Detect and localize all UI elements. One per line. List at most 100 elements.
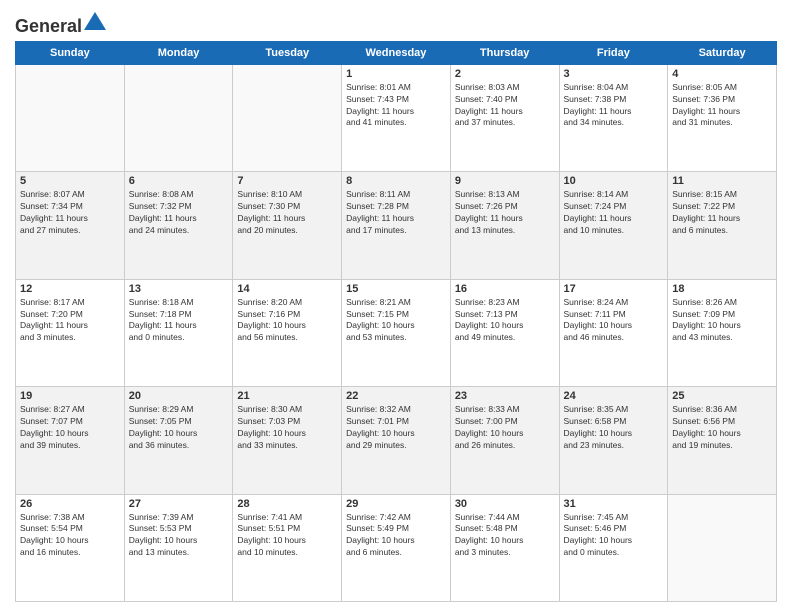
day-cell: 16 Sunrise: 8:23 AMSunset: 7:13 PMDayligh… <box>450 279 559 386</box>
week-row-4: 19 Sunrise: 8:27 AMSunset: 7:07 PMDayligh… <box>16 387 777 494</box>
day-info: Sunrise: 8:21 AMSunset: 7:15 PMDaylight:… <box>346 297 446 345</box>
weekday-header-saturday: Saturday <box>668 41 777 64</box>
day-cell: 17 Sunrise: 8:24 AMSunset: 7:11 PMDayligh… <box>559 279 668 386</box>
day-cell: 24 Sunrise: 8:35 AMSunset: 6:58 PMDayligh… <box>559 387 668 494</box>
day-info: Sunrise: 8:32 AMSunset: 7:01 PMDaylight:… <box>346 404 446 452</box>
header: General <box>15 10 777 33</box>
day-cell <box>233 64 342 171</box>
day-number: 29 <box>346 498 446 510</box>
day-cell: 21 Sunrise: 8:30 AMSunset: 7:03 PMDayligh… <box>233 387 342 494</box>
day-number: 6 <box>129 175 229 187</box>
day-cell: 31 Sunrise: 7:45 AMSunset: 5:46 PMDayligh… <box>559 494 668 601</box>
day-number: 15 <box>346 283 446 295</box>
day-cell: 20 Sunrise: 8:29 AMSunset: 7:05 PMDayligh… <box>124 387 233 494</box>
day-number: 5 <box>20 175 120 187</box>
day-info: Sunrise: 8:26 AMSunset: 7:09 PMDaylight:… <box>672 297 772 345</box>
day-number: 18 <box>672 283 772 295</box>
day-cell: 12 Sunrise: 8:17 AMSunset: 7:20 PMDayligh… <box>16 279 125 386</box>
day-number: 3 <box>564 68 664 80</box>
day-number: 1 <box>346 68 446 80</box>
day-info: Sunrise: 8:20 AMSunset: 7:16 PMDaylight:… <box>237 297 337 345</box>
day-cell: 6 Sunrise: 8:08 AMSunset: 7:32 PMDaylight… <box>124 172 233 279</box>
day-info: Sunrise: 8:35 AMSunset: 6:58 PMDaylight:… <box>564 404 664 452</box>
day-number: 7 <box>237 175 337 187</box>
day-number: 20 <box>129 390 229 402</box>
day-info: Sunrise: 8:24 AMSunset: 7:11 PMDaylight:… <box>564 297 664 345</box>
day-number: 17 <box>564 283 664 295</box>
day-cell: 25Sunrise: 8:36 AMSunset: 6:56 PMDayligh… <box>668 387 777 494</box>
day-number: 11 <box>672 175 772 187</box>
day-info: Sunrise: 8:29 AMSunset: 7:05 PMDaylight:… <box>129 404 229 452</box>
day-info: Sunrise: 8:27 AMSunset: 7:07 PMDaylight:… <box>20 404 120 452</box>
day-number: 28 <box>237 498 337 510</box>
day-info: Sunrise: 7:45 AMSunset: 5:46 PMDaylight:… <box>564 512 664 560</box>
week-row-2: 5 Sunrise: 8:07 AMSunset: 7:34 PMDaylight… <box>16 172 777 279</box>
day-number: 22 <box>346 390 446 402</box>
week-row-5: 26 Sunrise: 7:38 AMSunset: 5:54 PMDayligh… <box>16 494 777 601</box>
day-cell: 22 Sunrise: 8:32 AMSunset: 7:01 PMDayligh… <box>342 387 451 494</box>
day-info: Sunrise: 8:14 AMSunset: 7:24 PMDaylight:… <box>564 189 664 237</box>
logo: General <box>15 10 106 33</box>
day-info: Sunrise: 8:18 AMSunset: 7:18 PMDaylight:… <box>129 297 229 345</box>
week-row-3: 12 Sunrise: 8:17 AMSunset: 7:20 PMDayligh… <box>16 279 777 386</box>
day-number: 26 <box>20 498 120 510</box>
day-cell: 18 Sunrise: 8:26 AMSunset: 7:09 PMDayligh… <box>668 279 777 386</box>
day-cell: 14Sunrise: 8:20 AMSunset: 7:16 PMDayligh… <box>233 279 342 386</box>
day-info: Sunrise: 8:08 AMSunset: 7:32 PMDaylight:… <box>129 189 229 237</box>
day-number: 19 <box>20 390 120 402</box>
day-cell: 26 Sunrise: 7:38 AMSunset: 5:54 PMDayligh… <box>16 494 125 601</box>
day-info: Sunrise: 8:10 AMSunset: 7:30 PMDaylight:… <box>237 189 337 237</box>
logo-text: General <box>15 10 106 37</box>
day-cell: 11 Sunrise: 8:15 AMSunset: 7:22 PMDayligh… <box>668 172 777 279</box>
day-info: Sunrise: 8:01 AMSunset: 7:43 PMDaylight:… <box>346 82 446 130</box>
day-number: 13 <box>129 283 229 295</box>
day-cell: 4Sunrise: 8:05 AMSunset: 7:36 PMDaylight… <box>668 64 777 171</box>
weekday-header-monday: Monday <box>124 41 233 64</box>
weekday-header-friday: Friday <box>559 41 668 64</box>
logo-triangle-icon <box>84 10 106 32</box>
calendar-table: SundayMondayTuesdayWednesdayThursdayFrid… <box>15 41 777 602</box>
week-row-1: 1 Sunrise: 8:01 AMSunset: 7:43 PMDaylight… <box>16 64 777 171</box>
day-info: Sunrise: 8:05 AMSunset: 7:36 PMDaylight:… <box>672 82 772 130</box>
weekday-header-sunday: Sunday <box>16 41 125 64</box>
day-info: Sunrise: 8:17 AMSunset: 7:20 PMDaylight:… <box>20 297 120 345</box>
day-cell: 3 Sunrise: 8:04 AMSunset: 7:38 PMDaylight… <box>559 64 668 171</box>
day-number: 23 <box>455 390 555 402</box>
day-info: Sunrise: 8:03 AMSunset: 7:40 PMDaylight:… <box>455 82 555 130</box>
day-info: Sunrise: 8:11 AMSunset: 7:28 PMDaylight:… <box>346 189 446 237</box>
day-number: 24 <box>564 390 664 402</box>
day-info: Sunrise: 8:04 AMSunset: 7:38 PMDaylight:… <box>564 82 664 130</box>
day-number: 31 <box>564 498 664 510</box>
day-number: 16 <box>455 283 555 295</box>
day-cell: 28Sunrise: 7:41 AMSunset: 5:51 PMDayligh… <box>233 494 342 601</box>
day-number: 25 <box>672 390 772 402</box>
day-info: Sunrise: 7:42 AMSunset: 5:49 PMDaylight:… <box>346 512 446 560</box>
day-cell <box>16 64 125 171</box>
day-info: Sunrise: 8:23 AMSunset: 7:13 PMDaylight:… <box>455 297 555 345</box>
day-cell: 1 Sunrise: 8:01 AMSunset: 7:43 PMDaylight… <box>342 64 451 171</box>
day-cell <box>124 64 233 171</box>
day-cell: 15 Sunrise: 8:21 AMSunset: 7:15 PMDayligh… <box>342 279 451 386</box>
day-number: 27 <box>129 498 229 510</box>
day-cell: 2 Sunrise: 8:03 AMSunset: 7:40 PMDaylight… <box>450 64 559 171</box>
weekday-header-thursday: Thursday <box>450 41 559 64</box>
day-info: Sunrise: 8:33 AMSunset: 7:00 PMDaylight:… <box>455 404 555 452</box>
day-number: 9 <box>455 175 555 187</box>
day-info: Sunrise: 8:13 AMSunset: 7:26 PMDaylight:… <box>455 189 555 237</box>
day-number: 21 <box>237 390 337 402</box>
day-info: Sunrise: 7:44 AMSunset: 5:48 PMDaylight:… <box>455 512 555 560</box>
weekday-header-tuesday: Tuesday <box>233 41 342 64</box>
day-cell: 7 Sunrise: 8:10 AMSunset: 7:30 PMDaylight… <box>233 172 342 279</box>
day-number: 8 <box>346 175 446 187</box>
day-info: Sunrise: 8:07 AMSunset: 7:34 PMDaylight:… <box>20 189 120 237</box>
day-info: Sunrise: 8:30 AMSunset: 7:03 PMDaylight:… <box>237 404 337 452</box>
weekday-header-wednesday: Wednesday <box>342 41 451 64</box>
day-info: Sunrise: 8:15 AMSunset: 7:22 PMDaylight:… <box>672 189 772 237</box>
day-cell: 27Sunrise: 7:39 AMSunset: 5:53 PMDayligh… <box>124 494 233 601</box>
day-number: 12 <box>20 283 120 295</box>
day-number: 10 <box>564 175 664 187</box>
day-number: 30 <box>455 498 555 510</box>
day-number: 2 <box>455 68 555 80</box>
weekday-header-row: SundayMondayTuesdayWednesdayThursdayFrid… <box>16 41 777 64</box>
day-info: Sunrise: 7:38 AMSunset: 5:54 PMDaylight:… <box>20 512 120 560</box>
